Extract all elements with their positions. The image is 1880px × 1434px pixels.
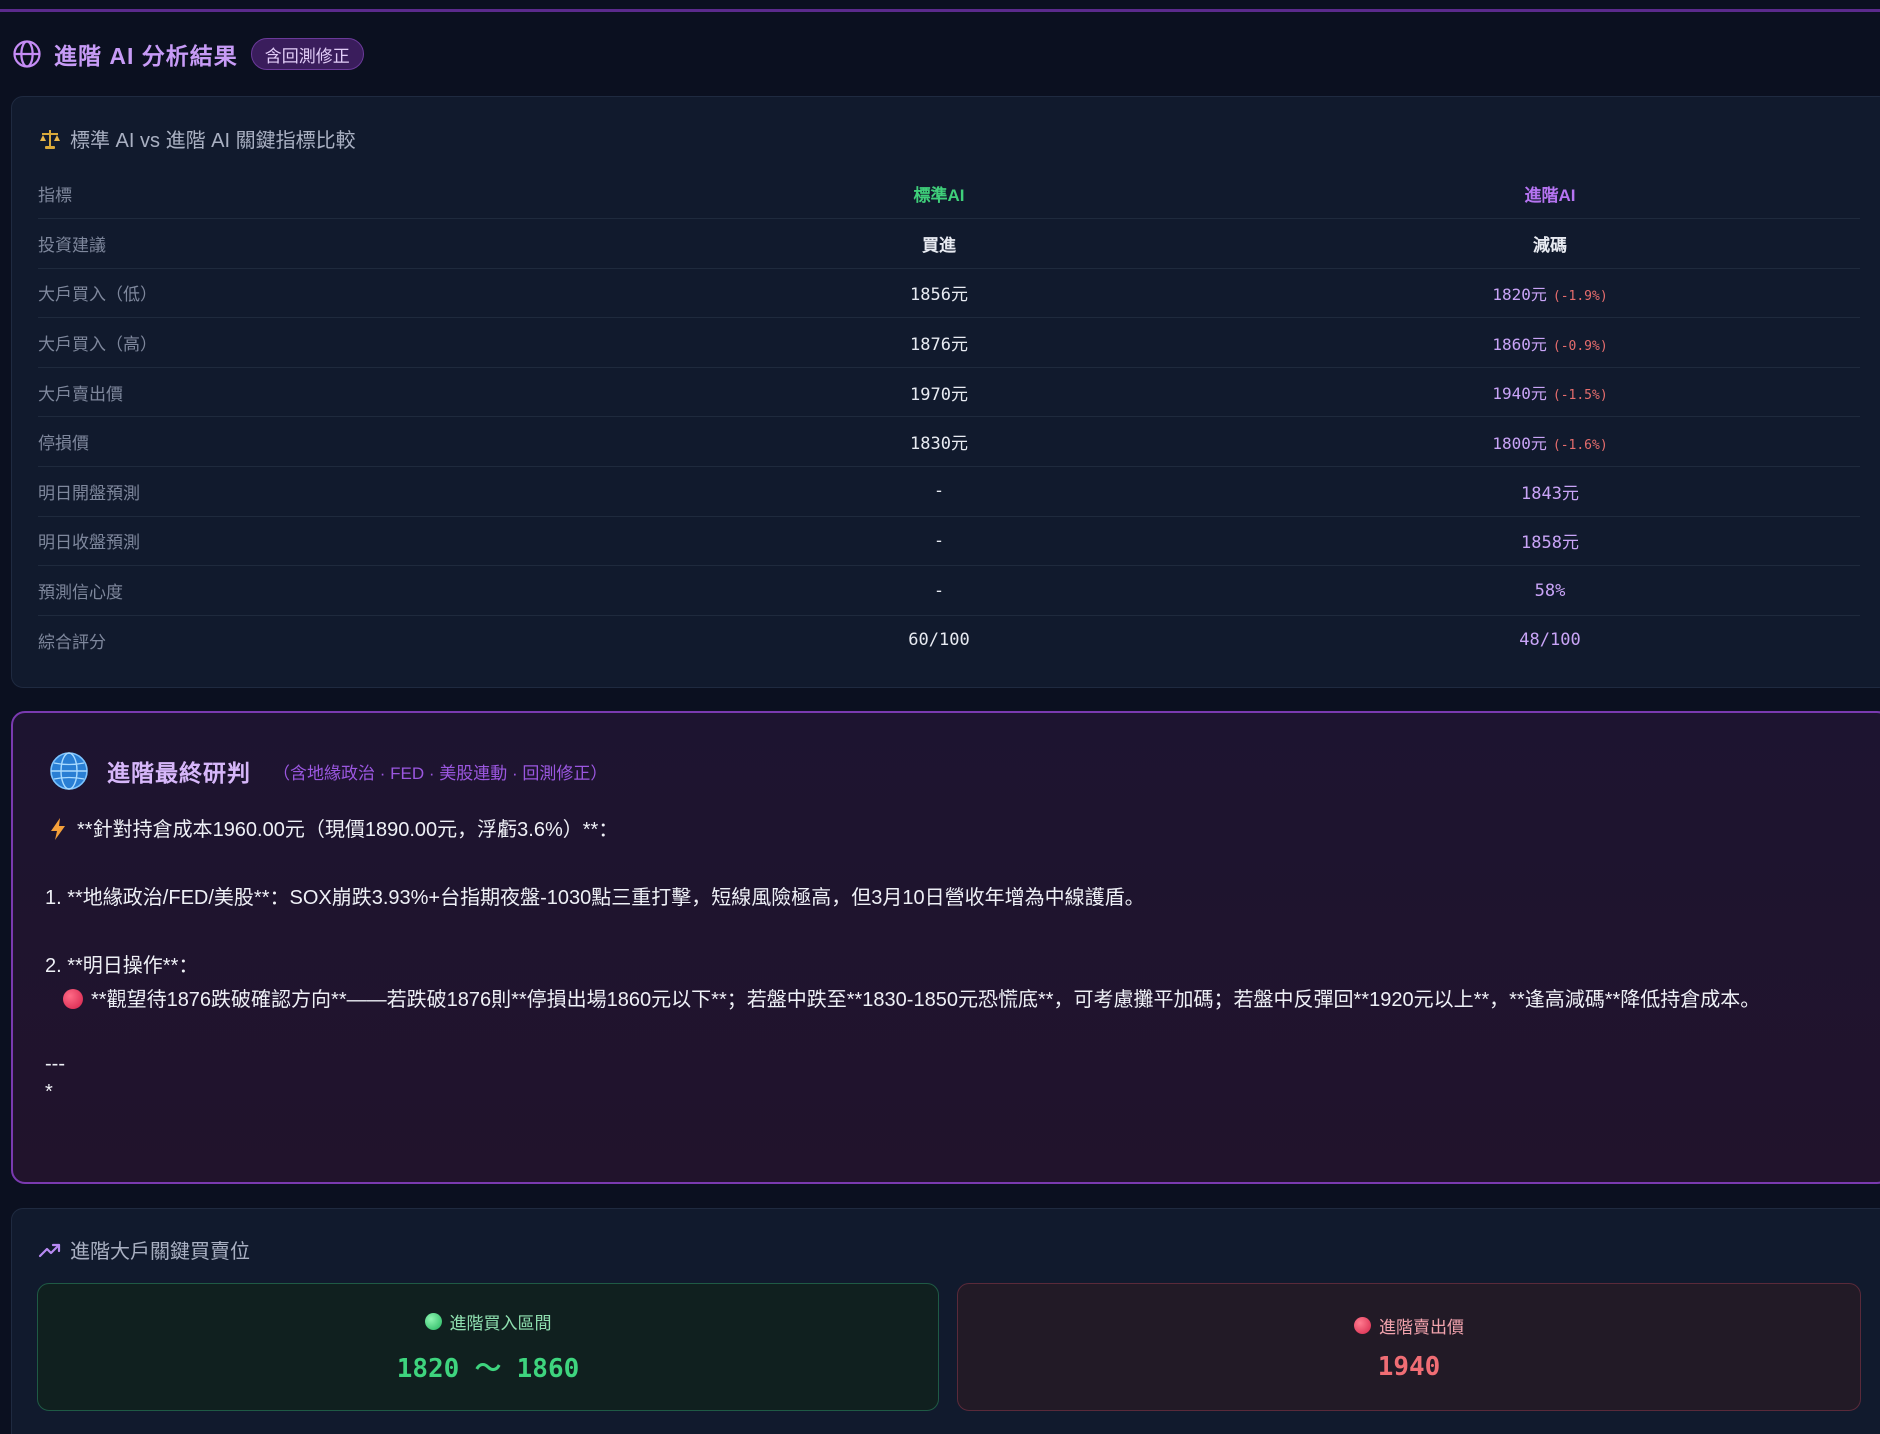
levels-title: 進階大戶關鍵買賣位 bbox=[38, 1235, 250, 1264]
column-header-standard-ai: 標準AI bbox=[638, 169, 1240, 220]
diff-percent: (-0.9%) bbox=[1552, 338, 1608, 354]
advanced-cell: 1800元 (-1.6%) bbox=[1240, 416, 1860, 468]
advanced-value: 1940元 bbox=[1492, 384, 1547, 404]
scale-icon bbox=[40, 129, 60, 149]
diff-percent: (-1.5%) bbox=[1552, 388, 1608, 404]
buy-range-box: 進階買入區間 1820 〜 1860 bbox=[37, 1283, 939, 1411]
red-circle-icon bbox=[1354, 1316, 1371, 1334]
position-summary: **針對持倉成本1960.00元（現價1890.00元，浮虧3.6%）**： bbox=[77, 819, 619, 841]
table-row: 預測信心度 - 58% bbox=[38, 565, 1860, 616]
red-circle-icon bbox=[63, 989, 83, 1009]
verdict-header: 進階最終研判 （含地緣政治 · FED · 美股連動 · 回測修正） bbox=[49, 751, 607, 791]
column-header-metric: 指標 bbox=[38, 169, 638, 220]
table-header-row: 指標 標準AI 進階AI bbox=[38, 169, 1860, 220]
row-label: 預測信心度 bbox=[38, 565, 638, 616]
comparison-title-text: 標準 AI vs 進階 AI 關鍵指標比較 bbox=[70, 130, 356, 152]
advanced-value: 1843元 bbox=[1240, 466, 1860, 517]
advanced-value: 58% bbox=[1240, 565, 1860, 616]
table-row: 綜合評分 60/100 48/100 bbox=[38, 615, 1860, 665]
table-row: 停損價 1830元 1800元 (-1.6%) bbox=[38, 416, 1860, 468]
standard-value: - bbox=[638, 565, 1240, 616]
key-levels-card: 進階大戶關鍵買賣位 進階買入區間 1820 〜 1860 進階賣出價 1940 bbox=[11, 1208, 1880, 1434]
page-header: 進階 AI 分析結果 含回測修正 bbox=[12, 36, 364, 72]
standard-value: 60/100 bbox=[908, 630, 970, 651]
final-verdict-card: 進階最終研判 （含地緣政治 · FED · 美股連動 · 回測修正） **針對持… bbox=[11, 711, 1880, 1184]
verdict-line: **觀望待1876跌破確認方向**——若跌破1876則**停損出場1860元以下… bbox=[45, 983, 1865, 1017]
sell-price-value: 1940 bbox=[1377, 1351, 1441, 1382]
tomorrow-action-text: **觀望待1876跌破確認方向**——若跌破1876則**停損出場1860元以下… bbox=[91, 989, 1761, 1011]
page-title: 進階 AI 分析結果 bbox=[54, 43, 238, 69]
standard-value: 1856元 bbox=[638, 268, 1240, 319]
table-row: 大戶買入（低） 1856元 1820元 (-1.9%) bbox=[38, 268, 1860, 319]
verdict-point-2-heading: 2. **明日操作**： bbox=[45, 955, 199, 977]
row-label: 大戶買入（低） bbox=[38, 268, 638, 319]
advanced-value: 1820元 bbox=[1492, 284, 1547, 304]
table-row: 明日收盤預測 - 1858元 bbox=[38, 516, 1860, 567]
standard-value: 1876元 bbox=[638, 317, 1240, 368]
advanced-value: 1860元 bbox=[1492, 334, 1547, 354]
advanced-value: 48/100 bbox=[1519, 630, 1581, 651]
standard-value: 買進 bbox=[638, 218, 1240, 269]
green-circle-icon bbox=[424, 1313, 442, 1330]
buy-range-label-text: 進階買入區間 bbox=[449, 1314, 552, 1333]
table-row: 明日開盤預測 - 1843元 bbox=[38, 466, 1860, 517]
backtest-badge: 含回測修正 bbox=[250, 38, 364, 70]
sell-price-label-text: 進階賣出價 bbox=[1379, 1317, 1464, 1337]
row-label: 投資建議 bbox=[38, 218, 638, 269]
comparison-title: 標準 AI vs 進階 AI 關鍵指標比較 bbox=[38, 124, 356, 153]
row-label: 大戶賣出價 bbox=[38, 367, 638, 418]
advanced-cell: 1820元 (-1.9%) bbox=[1240, 268, 1860, 319]
row-label: 停損價 bbox=[38, 416, 638, 468]
sell-price-label: 進階賣出價 bbox=[1354, 1313, 1464, 1338]
lightning-icon bbox=[51, 818, 65, 840]
standard-value: - bbox=[638, 516, 1240, 567]
earth-globe-icon bbox=[50, 752, 88, 790]
diff-percent: (-1.6%) bbox=[1552, 437, 1608, 453]
column-header-advanced-ai: 進階AI bbox=[1240, 169, 1860, 220]
table-row: 投資建議 買進 減碼 bbox=[38, 218, 1860, 269]
levels-title-text: 進階大戶關鍵買賣位 bbox=[70, 1241, 250, 1263]
comparison-card: 標準 AI vs 進階 AI 關鍵指標比較 指標 標準AI 進階AI 投資建議 … bbox=[11, 96, 1880, 688]
diff-percent: (-1.9%) bbox=[1552, 288, 1608, 304]
verdict-point-1: 1. **地緣政治/FED/美股**：SOX崩跌3.93%+台指期夜盤-1030… bbox=[45, 887, 1145, 909]
standard-value: 1830元 bbox=[638, 416, 1240, 468]
verdict-title: 進階最終研判 bbox=[107, 760, 251, 786]
row-label: 綜合評分 bbox=[38, 632, 106, 652]
row-label: 明日開盤預測 bbox=[38, 466, 638, 517]
standard-value: 1970元 bbox=[638, 367, 1240, 418]
verdict-subtitle: （含地緣政治 · FED · 美股連動 · 回測修正） bbox=[273, 763, 608, 783]
trending-up-icon bbox=[38, 1243, 61, 1257]
trailing-asterisk: * bbox=[45, 1081, 53, 1103]
globe-icon bbox=[13, 40, 41, 68]
comparison-table: 指標 標準AI 進階AI 投資建議 買進 減碼 大戶買入（低） 1856元 18… bbox=[38, 169, 1860, 665]
sell-price-box: 進階賣出價 1940 bbox=[957, 1283, 1861, 1411]
advanced-value: 1800元 bbox=[1492, 433, 1547, 453]
verdict-line: **針對持倉成本1960.00元（現價1890.00元，浮虧3.6%）**： bbox=[45, 813, 1865, 847]
table-row: 大戶賣出價 1970元 1940元 (-1.5%) bbox=[38, 367, 1860, 418]
advanced-cell: 1860元 (-0.9%) bbox=[1240, 317, 1860, 368]
advanced-value: 減碼 bbox=[1240, 218, 1860, 269]
standard-value: - bbox=[638, 466, 1240, 517]
buy-range-value: 1820 〜 1860 bbox=[396, 1354, 580, 1384]
buy-range-label: 進階買入區間 bbox=[424, 1309, 552, 1334]
verdict-body: **針對持倉成本1960.00元（現價1890.00元，浮虧3.6%）**： 1… bbox=[45, 813, 1865, 1109]
table-row: 大戶買入（高） 1876元 1860元 (-0.9%) bbox=[38, 317, 1860, 368]
advanced-value: 1858元 bbox=[1240, 516, 1860, 567]
row-label: 大戶買入（高） bbox=[38, 317, 638, 368]
top-accent-line bbox=[0, 9, 1880, 12]
row-label: 明日收盤預測 bbox=[38, 516, 638, 567]
advanced-cell: 1940元 (-1.5%) bbox=[1240, 367, 1860, 418]
